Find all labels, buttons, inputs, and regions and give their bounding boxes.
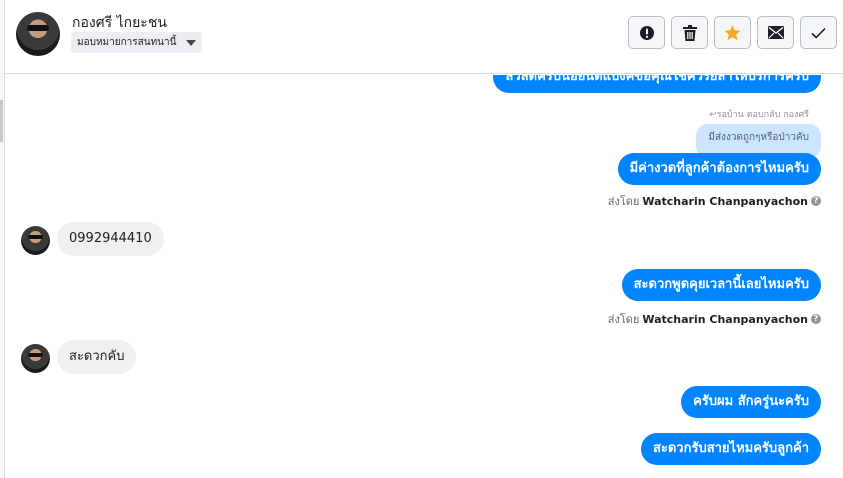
message-thread[interactable]: สวัสดีครับน้อยินดีแบงค์ขอคุณใช้คิวรียสาใ…	[5, 75, 843, 478]
contact-avatar-small	[21, 226, 50, 255]
sent-by-prefix: ส่งโดย	[607, 313, 640, 326]
scroll-handle[interactable]	[0, 100, 3, 142]
incoming-message[interactable]: 0992944410	[57, 222, 164, 256]
reply-icon: ↩	[709, 110, 717, 120]
caret-down-icon	[186, 40, 197, 46]
outgoing-message[interactable]: มีค่างวดที่ลูกค้าต้องการไหมครับ	[617, 153, 821, 185]
assign-conversation-dropdown[interactable]: มอบหมายการสนทนานี้	[71, 32, 203, 53]
outgoing-message[interactable]: สะดวกพูดคุยเวลานี้เลยไหมครับ	[621, 269, 821, 301]
incoming-message[interactable]: สะดวกคับ	[57, 340, 137, 374]
sent-by-prefix: ส่งโดย	[607, 195, 640, 208]
header-actions	[628, 16, 837, 49]
conversation-header: กองศรี ไกยะชน มอบหมายการสนทนานี้	[5, 0, 843, 74]
mark-spam-button[interactable]	[628, 16, 665, 49]
star-button[interactable]	[714, 16, 751, 49]
alert-icon	[639, 25, 654, 40]
outgoing-message[interactable]: ครับผม สักครู่นะครับ	[681, 386, 821, 418]
mark-done-button[interactable]	[800, 16, 837, 49]
outgoing-message[interactable]: สะดวกรับสายไหมครับลูกค้า	[640, 433, 821, 465]
delete-button[interactable]	[671, 16, 708, 49]
reply-context: ↩รอบ้าน ตอบกลับ กองศรี	[709, 107, 809, 121]
sent-by-line: ส่งโดย Watcharin Chanpanyachon ?	[608, 310, 821, 328]
contact-avatar-small	[21, 344, 50, 373]
trash-icon	[682, 24, 697, 41]
contact-name[interactable]: กองศรี ไกยะชน	[72, 12, 167, 34]
sender-name[interactable]: Watcharin Chanpanyachon	[642, 313, 808, 326]
help-icon[interactable]: ?	[811, 314, 821, 324]
star-icon	[724, 24, 741, 40]
help-icon[interactable]: ?	[811, 196, 821, 206]
check-icon	[811, 27, 826, 39]
sender-name[interactable]: Watcharin Chanpanyachon	[642, 195, 808, 208]
assign-label: มอบหมายการสนทนานี้	[77, 37, 177, 48]
contact-avatar[interactable]	[16, 12, 60, 56]
conversation-window: กองศรี ไกยะชน มอบหมายการสนทนานี้ สวัสดีค	[0, 0, 843, 478]
envelope-icon	[767, 26, 784, 39]
reply-meta-text: รอบ้าน ตอบกลับ กองศรี	[716, 110, 809, 120]
sent-by-line: ส่งโดย Watcharin Chanpanyachon ?	[608, 192, 821, 210]
email-button[interactable]	[757, 16, 794, 49]
outgoing-message[interactable]: สวัสดีครับน้อยินดีแบงค์ขอคุณใช้คิวรียสาใ…	[493, 75, 821, 93]
